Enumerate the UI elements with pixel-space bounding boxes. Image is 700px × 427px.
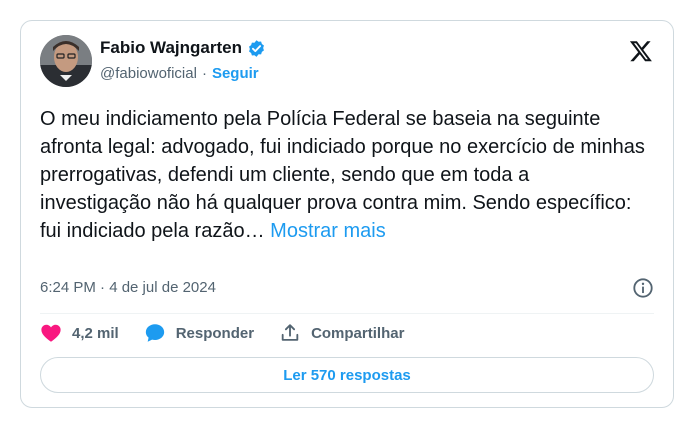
reply-label: Responder: [175, 324, 255, 342]
tweet-text-block: O meu indiciamento pela Polícia Federal …: [40, 105, 645, 245]
x-logo-icon[interactable]: [629, 39, 653, 63]
divider: [40, 313, 654, 314]
share-icon: [281, 324, 299, 341]
reply-button[interactable]: Responder: [144, 322, 254, 344]
share-label: Compartilhar: [311, 324, 405, 342]
heart-icon: [41, 324, 61, 342]
like-count: 4,2 mil: [72, 324, 119, 342]
author-handle[interactable]: @fabiowoficial: [100, 65, 197, 82]
like-button[interactable]: 4,2 mil: [40, 322, 119, 344]
tweet-card: Fabio Wajngarten @fabiowoficial · Seguir O…: [20, 20, 674, 408]
action-bar: 4,2 mil Responder Compartilhar: [40, 322, 429, 344]
follow-button[interactable]: Seguir: [212, 65, 259, 82]
handle-row: @fabiowoficial · Seguir: [100, 65, 259, 82]
reply-bubble-icon: [145, 324, 164, 342]
show-more-link[interactable]: Mostrar mais: [270, 220, 386, 242]
share-button[interactable]: Compartilhar: [279, 322, 404, 344]
read-replies-button[interactable]: Ler 570 respostas: [40, 357, 654, 393]
timestamp[interactable]: 6:24 PM · 4 de jul de 2024: [40, 279, 216, 296]
info-icon[interactable]: [632, 277, 654, 299]
author-row: Fabio Wajngarten: [100, 38, 266, 58]
avatar[interactable]: [40, 35, 92, 87]
separator-dot: ·: [201, 65, 207, 82]
verified-badge-icon: [247, 39, 266, 58]
author-name[interactable]: Fabio Wajngarten: [100, 38, 242, 58]
